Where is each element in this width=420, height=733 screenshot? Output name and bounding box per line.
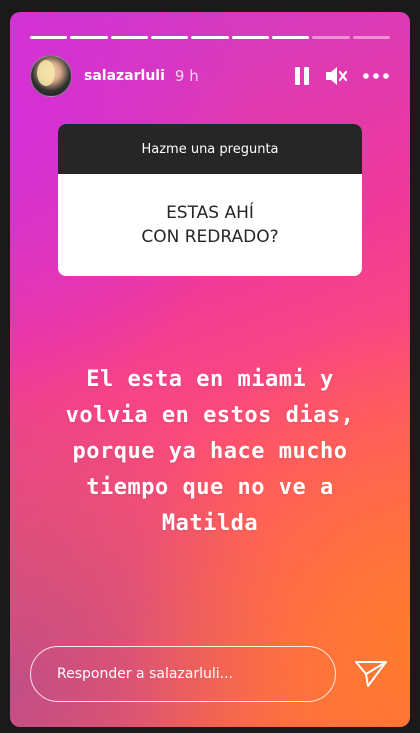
question-line: CON REDRADO? [141, 227, 279, 247]
progress-segment [150, 36, 189, 39]
question-text: ESTAS AHÍ CON REDRADO? [58, 174, 362, 276]
answer-line: volvia en estos dias, [65, 403, 355, 428]
progress-segment [191, 36, 229, 39]
answer-line: El esta en miami y [86, 367, 334, 392]
progress-segment [352, 36, 390, 39]
answer-line: tiempo que no ve a [86, 475, 334, 500]
answer-line: porque ya hace mucho [72, 439, 348, 464]
story-controls [294, 65, 390, 87]
pause-icon[interactable] [294, 66, 310, 86]
post-time: 9 h [174, 67, 199, 85]
answer-line: Matilda [161, 511, 259, 536]
more-icon[interactable] [362, 72, 390, 80]
progress-segment [271, 36, 310, 39]
question-sticker-title: Hazme una pregunta [58, 124, 362, 174]
question-line: ESTAS AHÍ [166, 203, 254, 223]
story-progress-bar [30, 36, 390, 39]
progress-segment [110, 36, 148, 39]
progress-segment [312, 36, 350, 39]
send-icon[interactable] [354, 659, 388, 689]
progress-segment [70, 36, 108, 39]
reply-bar: Responder a salazarluli... [30, 644, 390, 704]
question-sticker: Hazme una pregunta ESTAS AHÍ CON REDRADO… [58, 124, 362, 276]
username[interactable]: salazarluli [84, 68, 165, 84]
progress-segment [231, 36, 269, 39]
reply-input[interactable]: Responder a salazarluli... [30, 646, 336, 702]
avatar[interactable] [30, 55, 72, 97]
story-header: salazarluli 9 h [30, 55, 390, 97]
story-viewer[interactable]: salazarluli 9 h Hazme una pregunta ESTAS… [10, 12, 410, 727]
progress-segment [30, 36, 68, 39]
mute-icon[interactable] [324, 65, 348, 87]
answer-text: El esta en miami y volvia en estos dias,… [30, 362, 390, 542]
reply-placeholder: Responder a salazarluli... [57, 666, 233, 682]
